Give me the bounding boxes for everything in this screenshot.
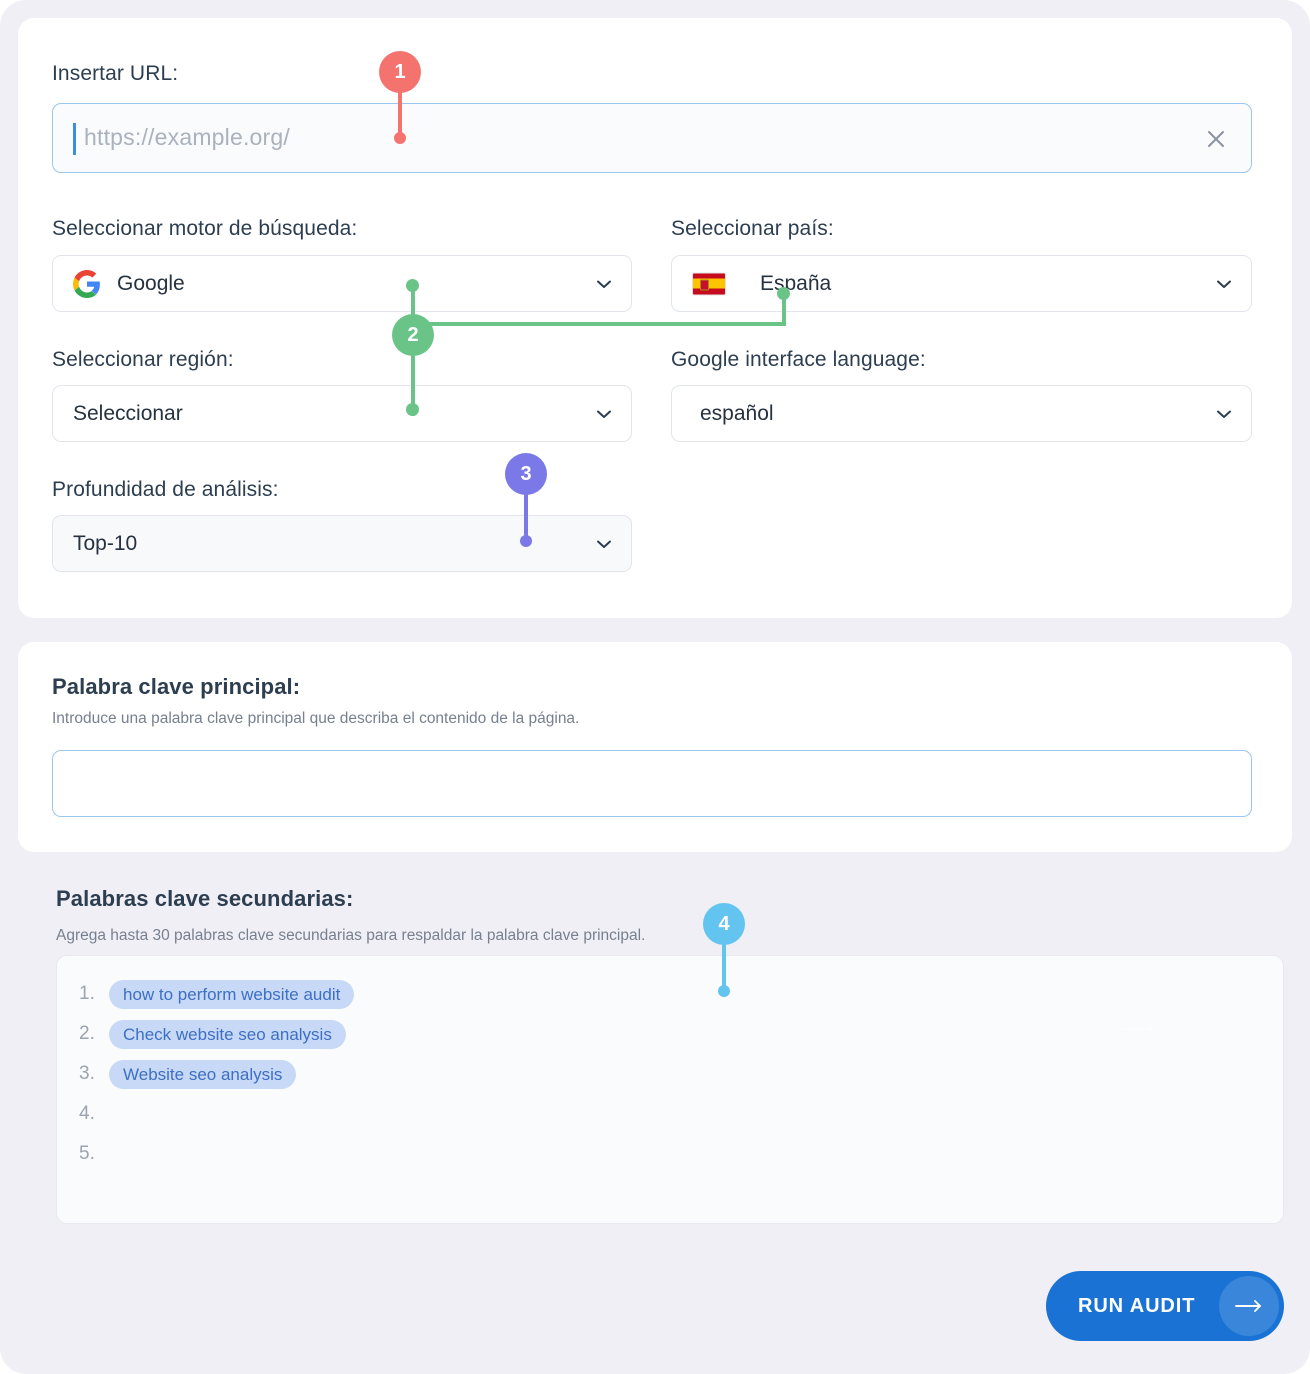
secondary-keywords-box[interactable]: 1. how to perform website audit 2. Check… bbox=[56, 955, 1284, 1224]
region-label: Seleccionar región: bbox=[52, 348, 234, 371]
interface-language-value: español bbox=[700, 401, 774, 425]
chevron-down-icon[interactable] bbox=[594, 274, 614, 294]
google-logo-icon bbox=[73, 269, 101, 298]
chevron-down-icon[interactable] bbox=[1214, 274, 1234, 294]
run-audit-button[interactable]: RUN AUDIT bbox=[1046, 1271, 1284, 1341]
keyword-chip[interactable]: how to perform website audit bbox=[109, 979, 355, 1009]
main-keyword-title: Palabra clave principal: bbox=[52, 674, 301, 699]
arrow-right-icon bbox=[1219, 1276, 1279, 1336]
interface-language-label: Google interface language: bbox=[671, 348, 926, 371]
list-item[interactable]: 5. bbox=[79, 1139, 109, 1169]
main-keyword-input[interactable] bbox=[52, 750, 1252, 817]
secondary-keywords-title: Palabras clave secundarias: bbox=[56, 886, 354, 911]
url-label: Insertar URL: bbox=[52, 62, 179, 85]
country-value: España bbox=[760, 271, 832, 295]
depth-value: Top-10 bbox=[73, 531, 138, 555]
country-select[interactable]: España bbox=[671, 255, 1252, 312]
audit-setup-page: Insertar URL: https://example.org/ Selec… bbox=[0, 0, 1310, 1374]
close-x-icon[interactable] bbox=[1203, 126, 1229, 152]
main-keyword-description: Introduce una palabra clave principal qu… bbox=[52, 710, 580, 727]
list-item[interactable]: 1. how to perform website audit bbox=[79, 979, 355, 1009]
run-audit-label: RUN AUDIT bbox=[1078, 1294, 1196, 1317]
list-item[interactable]: 2. Check website seo analysis bbox=[79, 1019, 346, 1049]
callout-2-dot-right bbox=[777, 287, 790, 300]
keyword-chip[interactable]: Website seo analysis bbox=[109, 1059, 297, 1089]
list-item-number: 3. bbox=[79, 1063, 95, 1084]
callout-1-dot bbox=[394, 132, 406, 144]
callout-3-dot bbox=[520, 535, 532, 547]
callout-badge-4[interactable]: 4 bbox=[703, 903, 745, 945]
list-item-number: 4. bbox=[79, 1103, 95, 1124]
text-caret bbox=[73, 123, 76, 155]
depth-label: Profundidad de análisis: bbox=[52, 478, 279, 501]
url-input[interactable]: https://example.org/ bbox=[52, 103, 1252, 173]
callout-badge-2[interactable]: 2 bbox=[392, 314, 434, 356]
region-value: Seleccionar bbox=[73, 401, 183, 425]
callout-2-horizontal-line bbox=[420, 322, 786, 326]
chevron-down-icon[interactable] bbox=[594, 404, 614, 424]
callout-2-dot-top bbox=[406, 279, 419, 292]
region-select[interactable]: Seleccionar bbox=[52, 385, 632, 442]
list-item-number: 5. bbox=[79, 1143, 95, 1164]
search-engine-label: Seleccionar motor de búsqueda: bbox=[52, 217, 358, 240]
arrow-right-icon bbox=[1122, 1022, 1159, 1034]
chevron-down-icon[interactable] bbox=[1214, 404, 1234, 424]
callout-4-dot bbox=[718, 985, 730, 997]
url-placeholder-text: https://example.org/ bbox=[84, 124, 290, 150]
secondary-keywords-description: Agrega hasta 30 palabras clave secundari… bbox=[56, 927, 646, 944]
keyword-chip[interactable]: Check website seo analysis bbox=[109, 1019, 346, 1049]
country-label: Seleccionar país: bbox=[671, 217, 834, 240]
list-item-number: 2. bbox=[79, 1023, 95, 1044]
callout-badge-3[interactable]: 3 bbox=[505, 453, 547, 495]
search-engine-value: Google bbox=[117, 271, 185, 295]
chevron-down-icon[interactable] bbox=[594, 534, 614, 554]
search-engine-select[interactable]: Google bbox=[52, 255, 632, 312]
callout-badge-1[interactable]: 1 bbox=[379, 51, 421, 93]
list-item-number: 1. bbox=[79, 983, 95, 1004]
list-item[interactable]: 3. Website seo analysis bbox=[79, 1059, 297, 1089]
callout-2-dot-bottom bbox=[406, 403, 419, 416]
spain-flag-icon bbox=[692, 272, 726, 295]
list-item[interactable]: 4. bbox=[79, 1099, 109, 1129]
interface-language-select[interactable]: español bbox=[671, 385, 1252, 442]
depth-select[interactable]: Top-10 bbox=[52, 515, 632, 572]
